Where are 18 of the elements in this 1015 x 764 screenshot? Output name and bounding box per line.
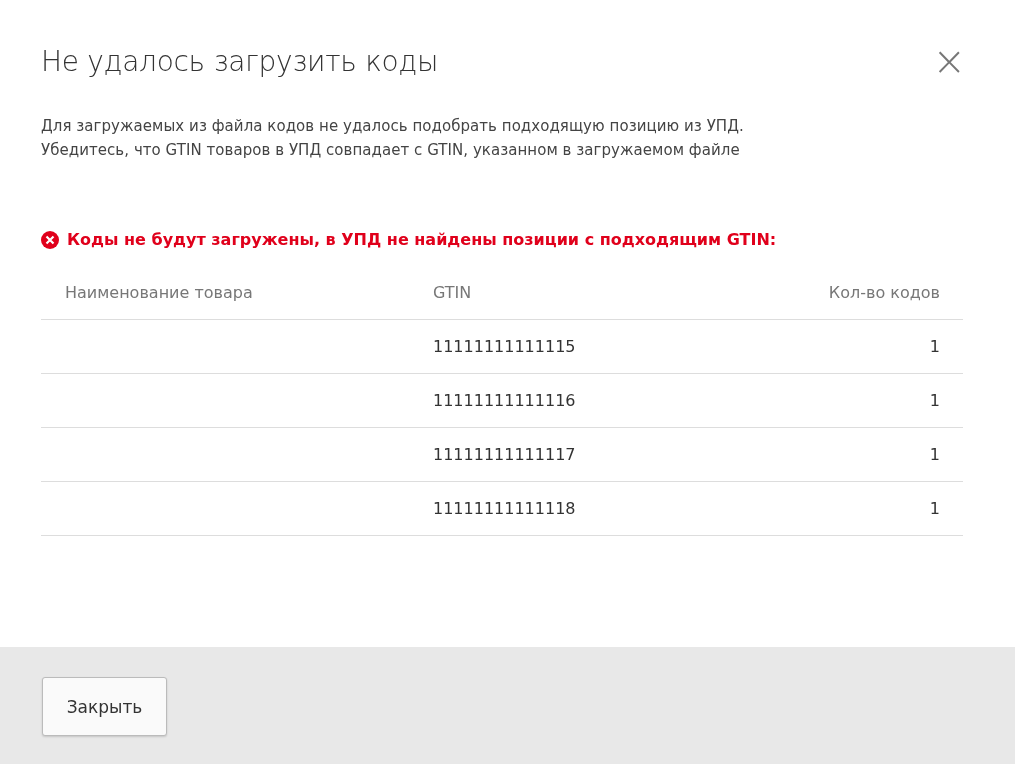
column-header: Наименование товара	[65, 282, 253, 302]
count-cell: 1	[929, 337, 940, 356]
column-header: Кол-во кодов	[828, 282, 940, 302]
column-header: GTIN	[433, 282, 472, 302]
gtin-cell: 11111111111116	[433, 391, 576, 410]
count-cell: 1	[929, 445, 940, 464]
gtin-cell: 11111111111118	[433, 499, 576, 518]
dialog-title: Не удалось загрузить коды	[41, 44, 439, 78]
close-dialog-button[interactable]: Закрыть	[42, 677, 167, 736]
error-message: Коды не будут загружены, в УПД не найдены позиции с подходящим GTIN:	[67, 230, 777, 249]
message-text: Для загружаемых из файла кодов не удалось подобрать подходящую позицию из УПД.	[41, 116, 745, 137]
message-text: Убедитесь, что GTIN товаров в УПД совпадает с GTIN, указанном в загружаемом файле	[41, 140, 741, 161]
gtin-cell: 11111111111115	[433, 337, 576, 356]
gtin-cell: 11111111111117	[433, 445, 576, 464]
count-cell: 1	[929, 499, 940, 518]
count-cell: 1	[929, 391, 940, 410]
close-button[interactable]: ×	[932, 41, 966, 81]
error-icon	[41, 230, 59, 249]
